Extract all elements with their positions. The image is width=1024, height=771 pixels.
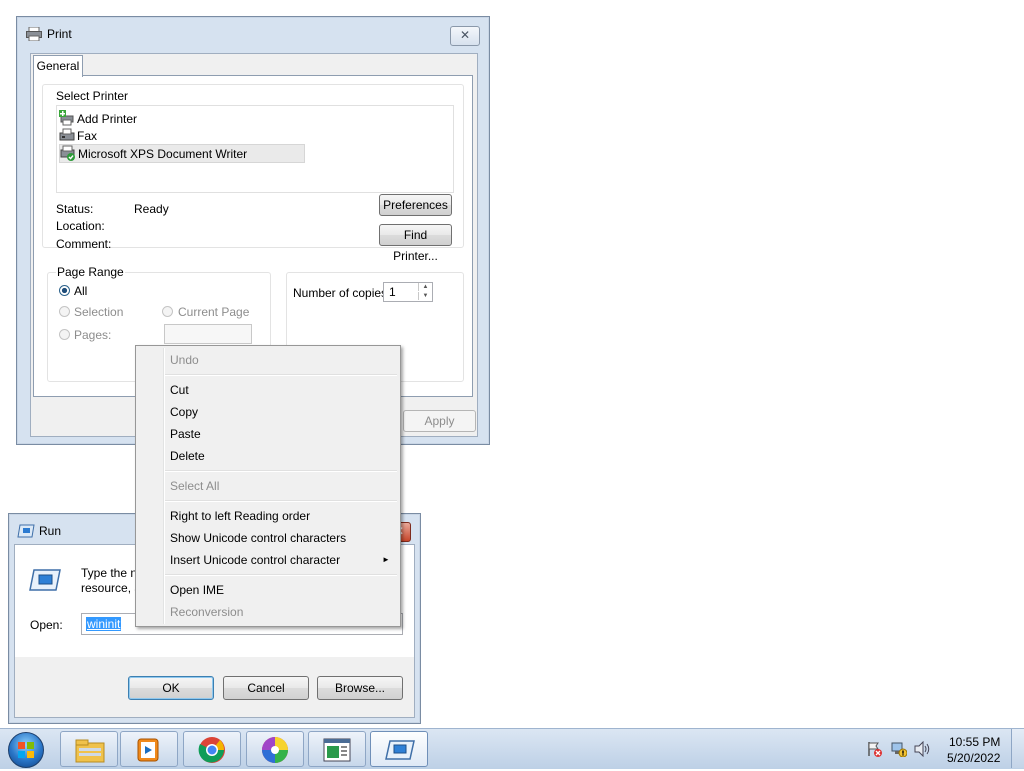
menu-item-reconversion[interactable]: Reconversion (170, 605, 243, 619)
context-menu: Undo Cut Copy Paste Delete Select All Ri… (135, 345, 401, 627)
run-icon (384, 739, 416, 764)
submenu-arrow-icon: ► (382, 555, 390, 564)
run-description-line1: Type the n (81, 566, 138, 580)
pages-radio[interactable] (59, 329, 70, 340)
printer-icon (26, 26, 42, 44)
menu-item-show-unicode[interactable]: Show Unicode control characters (170, 531, 346, 545)
browse-button[interactable]: Browse... (317, 676, 403, 700)
menu-item-delete[interactable]: Delete (170, 449, 205, 463)
taskbar-chrome[interactable] (183, 731, 241, 767)
chrome-icon (198, 736, 226, 767)
menu-separator (165, 500, 397, 502)
taskbar-color-app[interactable] (246, 731, 304, 767)
copies-label: Number of copies: (293, 286, 391, 300)
tab-general-label: General (36, 59, 80, 73)
menu-separator (165, 574, 397, 576)
current-page-label: Current Page (178, 305, 250, 319)
status-value: Ready (134, 202, 169, 216)
ok-button[interactable]: OK (128, 676, 214, 700)
taskbar-media-player[interactable] (120, 731, 178, 767)
printer-list[interactable]: Add Printer Fax Microsoft XPS Document W… (56, 105, 454, 193)
network-icon[interactable] (891, 741, 908, 760)
volume-icon[interactable] (914, 740, 932, 760)
selection-radio[interactable] (59, 306, 70, 317)
action-center-icon[interactable] (866, 741, 882, 760)
taskbar-control-panel[interactable] (308, 731, 366, 767)
start-button[interactable] (8, 732, 44, 768)
open-label: Open: (30, 618, 63, 632)
apply-button[interactable]: Apply (403, 410, 476, 432)
printer-item-label: Microsoft XPS Document Writer (78, 147, 248, 161)
copies-spin-down[interactable]: ▼ (418, 292, 432, 300)
menu-separator (165, 470, 397, 472)
control-panel-icon (323, 738, 351, 765)
location-label: Location: (56, 219, 105, 233)
menu-item-select-all[interactable]: Select All (170, 479, 219, 493)
current-page-radio[interactable] (162, 306, 173, 317)
all-label: All (74, 284, 88, 298)
taskbar-explorer[interactable] (60, 731, 118, 767)
selection-label: Selection (74, 305, 124, 319)
menu-separator (165, 374, 397, 376)
find-printer-button[interactable]: Find Printer... (379, 224, 452, 263)
status-label: Status: (56, 202, 94, 216)
print-close-button[interactable]: ✕ (450, 26, 480, 46)
menu-item-cut[interactable]: Cut (170, 383, 189, 397)
clock-date[interactable]: 5/20/2022 (947, 751, 1000, 765)
copies-spin-up[interactable]: ▲ (418, 283, 432, 291)
menu-item-paste[interactable]: Paste (170, 427, 201, 441)
printer-item-xps[interactable]: Microsoft XPS Document Writer (59, 144, 305, 163)
run-program-icon (28, 568, 62, 595)
select-printer-label: Select Printer (56, 89, 129, 103)
printer-item-label: Add Printer (77, 112, 138, 126)
clock-time[interactable]: 10:55 PM (949, 735, 1000, 749)
all-radio[interactable] (59, 285, 70, 296)
cancel-button[interactable]: Cancel (223, 676, 309, 700)
run-dialog-title: Run (39, 524, 62, 538)
page-range-label: Page Range (56, 265, 125, 279)
show-desktop-button[interactable] (1011, 729, 1024, 768)
tab-general[interactable]: General (33, 55, 83, 77)
color-wheel-icon (261, 736, 289, 767)
menu-item-open-ime[interactable]: Open IME (170, 583, 224, 597)
print-dialog-title: Print (47, 27, 72, 41)
windows-explorer-icon (75, 737, 105, 766)
run-description-line2: resource, a (81, 581, 142, 595)
xps-printer-icon (60, 145, 76, 164)
pages-input[interactable] (164, 324, 252, 344)
printer-item-label: Fax (77, 129, 98, 143)
taskbar-run[interactable] (370, 731, 428, 767)
menu-item-undo[interactable]: Undo (170, 353, 199, 367)
menu-gutter (163, 348, 165, 624)
copies-value: 1 (389, 285, 396, 299)
comment-label: Comment: (56, 237, 112, 251)
open-input-value: wininit (86, 617, 122, 631)
menu-item-rtl-reading[interactable]: Right to left Reading order (170, 509, 310, 523)
run-title-icon (17, 524, 35, 541)
taskbar: 10:55 PM 5/20/2022 (0, 728, 1024, 769)
menu-item-copy[interactable]: Copy (170, 405, 198, 419)
copies-stepper[interactable]: 1 ▲ ▼ (383, 282, 433, 302)
media-player-icon (137, 738, 161, 765)
menu-item-insert-unicode[interactable]: Insert Unicode control character (170, 553, 340, 567)
preferences-button[interactable]: Preferences (379, 194, 452, 216)
windows-logo-icon (18, 742, 34, 761)
pages-label: Pages: (74, 328, 112, 342)
